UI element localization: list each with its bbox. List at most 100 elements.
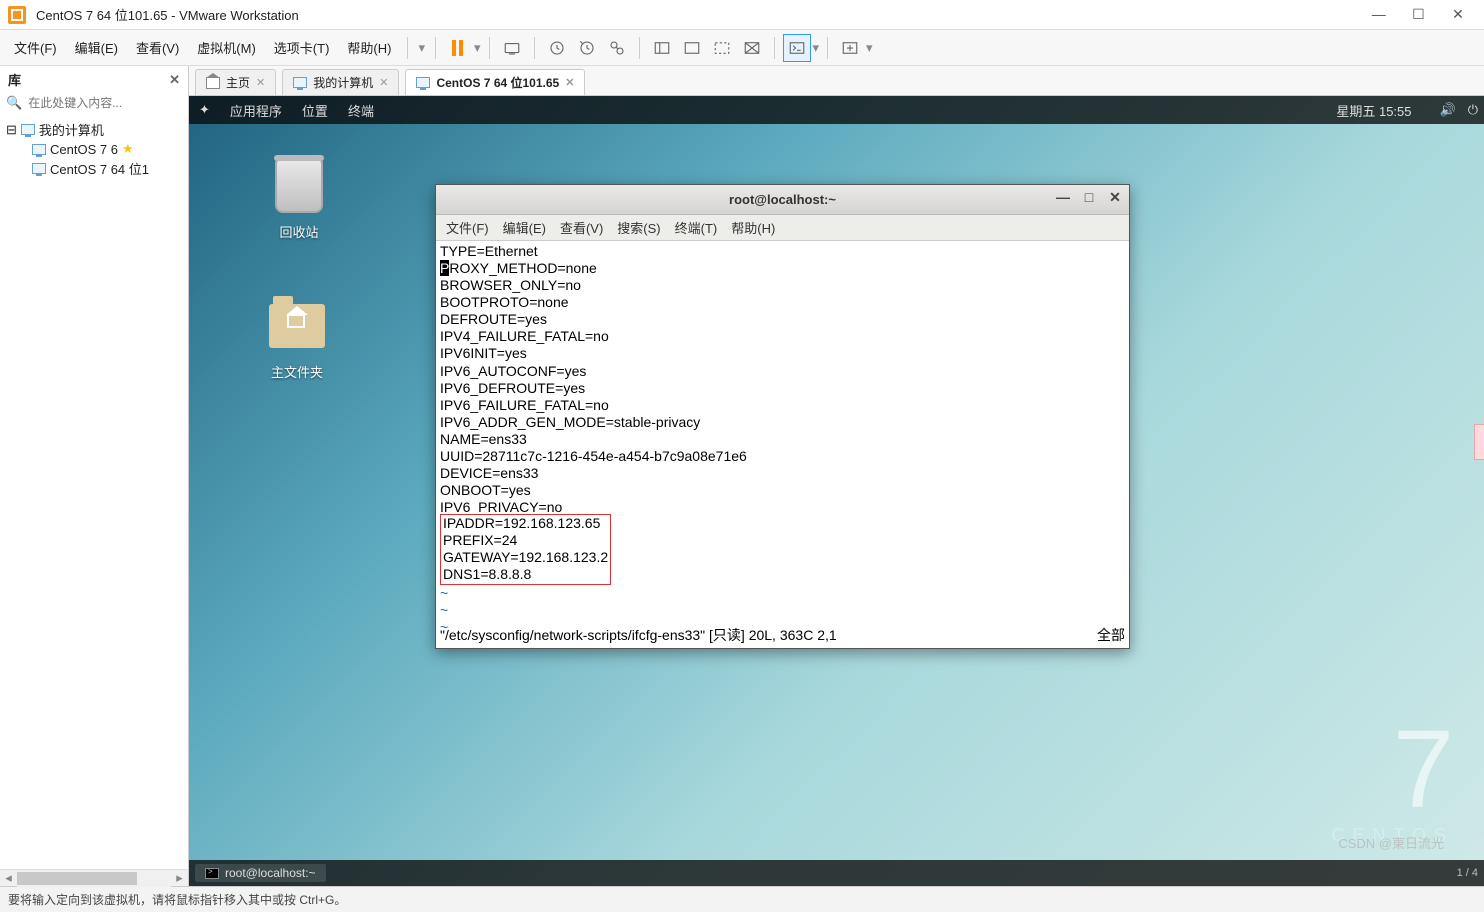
terminal-menubar: 文件(F) 编辑(E) 查看(V) 搜索(S) 终端(T) 帮助(H)	[436, 215, 1129, 241]
view-fullscreen-icon[interactable]	[708, 34, 736, 62]
menu-edit[interactable]: 编辑(E)	[67, 34, 126, 61]
desktop-trash-label: 回收站	[269, 222, 329, 241]
tree-item[interactable]: CentOS 7 6 ★	[4, 140, 184, 158]
side-handle[interactable]	[1474, 424, 1484, 460]
vim-status-right: 全部	[1097, 627, 1125, 644]
gnome-clock[interactable]: 星期五 15:55	[1326, 101, 1421, 120]
term-menu-help[interactable]: 帮助(H)	[731, 218, 775, 237]
tab-close-icon[interactable]: ✕	[565, 76, 574, 89]
desktop-home[interactable]: 主文件夹	[267, 296, 327, 381]
watermark: CSDN @東日流光	[1338, 833, 1444, 852]
computer-icon	[21, 124, 35, 135]
workspace-pager[interactable]: 1 / 4	[1457, 867, 1478, 879]
volume-icon[interactable]: 🔊	[1434, 102, 1462, 118]
menu-vm[interactable]: 虚拟机(M)	[189, 34, 264, 61]
menu-view[interactable]: 查看(V)	[128, 34, 187, 61]
host-menubar: 文件(F) 编辑(E) 查看(V) 虚拟机(M) 选项卡(T) 帮助(H) ▾ …	[0, 30, 1484, 66]
star-icon: ★	[122, 141, 134, 157]
view-sidebar-icon[interactable]	[648, 34, 676, 62]
maximize-button[interactable]: ☐	[1400, 6, 1436, 23]
tab-mycomputer[interactable]: 我的计算机 ✕	[282, 69, 399, 95]
tab-active-vm[interactable]: CentOS 7 64 位101.65 ✕	[405, 69, 585, 95]
centos-brand: 7 CENTOS	[1331, 715, 1454, 846]
network-icon[interactable]: �኱	[1422, 103, 1434, 118]
guest-taskbar: root@localhost:~ 1 / 4	[189, 860, 1484, 886]
sidebar-scrollbar[interactable]: ◂▸	[0, 869, 188, 886]
folder-icon	[269, 304, 325, 348]
gnome-apps[interactable]: 应用程序	[220, 101, 292, 120]
window-controls: — ☐ ✕	[1361, 6, 1476, 23]
snapshot-revert-icon[interactable]	[573, 34, 601, 62]
gnome-topbar: ✦ 应用程序 位置 终端 星期五 15:55 �኱ 🔊 ⏻	[189, 96, 1484, 124]
home-icon	[206, 77, 220, 89]
guest-desktop[interactable]: ✦ 应用程序 位置 终端 星期五 15:55 �኱ 🔊 ⏻ 回收站 主文件夹 7	[189, 96, 1484, 886]
send-keys-icon[interactable]	[498, 34, 526, 62]
term-menu-term[interactable]: 终端(T)	[675, 218, 718, 237]
term-menu-view[interactable]: 查看(V)	[560, 218, 603, 237]
desktop-home-label: 主文件夹	[267, 362, 327, 381]
snapshot-icon[interactable]	[543, 34, 571, 62]
search-input[interactable]	[26, 95, 185, 111]
dropdown-chevron-icon[interactable]: ▾	[474, 40, 481, 56]
stretch-icon[interactable]	[836, 34, 864, 62]
dropdown-chevron-icon[interactable]: ▾	[416, 40, 427, 56]
vmware-logo-icon	[8, 6, 26, 24]
tabs-row: 主页 ✕ 我的计算机 ✕ CentOS 7 64 位101.65 ✕	[189, 66, 1484, 96]
desktop-trash[interactable]: 回收站	[269, 156, 329, 241]
centos-seven: 7	[1331, 715, 1454, 825]
snapshot-manager-icon[interactable]	[603, 34, 631, 62]
taskbar-item-terminal[interactable]: root@localhost:~	[195, 864, 326, 882]
view-single-icon[interactable]	[678, 34, 706, 62]
term-menu-edit[interactable]: 编辑(E)	[503, 218, 546, 237]
close-button[interactable]: ✕	[1440, 6, 1476, 23]
dropdown-chevron-icon[interactable]: ▾	[866, 40, 873, 56]
terminal-window[interactable]: root@localhost:~ — □ ✕ 文件(F) 编辑(E) 查看(V)…	[435, 184, 1130, 649]
tree-root[interactable]: ⊟ 我的计算机	[4, 119, 184, 140]
tab-label: CentOS 7 64 位101.65	[436, 74, 559, 91]
trash-icon	[275, 159, 323, 213]
console-view-icon[interactable]	[783, 34, 811, 62]
tab-home[interactable]: 主页 ✕	[195, 69, 276, 95]
terminal-title: root@localhost:~	[729, 192, 836, 207]
menu-help[interactable]: 帮助(H)	[339, 34, 399, 61]
terminal-close-icon[interactable]: ✕	[1107, 189, 1123, 205]
power-icon[interactable]: ⏻	[1462, 102, 1484, 118]
term-menu-search[interactable]: 搜索(S)	[617, 218, 660, 237]
sidebar-close-icon[interactable]: ✕	[169, 72, 180, 88]
menu-file[interactable]: 文件(F)	[6, 34, 65, 61]
gnome-places[interactable]: 位置	[292, 101, 338, 120]
library-tree: ⊟ 我的计算机 CentOS 7 6 ★ CentOS 7 64 位1	[0, 117, 188, 181]
term-menu-file[interactable]: 文件(F)	[446, 218, 489, 237]
minimize-button[interactable]: —	[1361, 6, 1397, 22]
terminal-titlebar[interactable]: root@localhost:~ — □ ✕	[436, 185, 1129, 215]
terminal-minimize-icon[interactable]: —	[1055, 189, 1071, 205]
tab-close-icon[interactable]: ✕	[256, 76, 265, 89]
tab-label: 我的计算机	[313, 74, 373, 91]
host-statusbar: 要将输入定向到该虚拟机，请将鼠标指针移入其中或按 Ctrl+G。	[0, 886, 1484, 912]
content-area: 主页 ✕ 我的计算机 ✕ CentOS 7 64 位101.65 ✕ ✦ 应用程…	[189, 66, 1484, 886]
tree-item-label: CentOS 7 64 位1	[50, 159, 149, 178]
pause-button[interactable]	[444, 34, 472, 62]
vm-icon	[32, 163, 46, 174]
tree-item-label: CentOS 7 6	[50, 142, 118, 157]
library-sidebar: 库 ✕ 🔍 ▾ ⊟ 我的计算机 CentOS 7 6 ★ CentOS 7 64…	[0, 66, 189, 886]
terminal-maximize-icon[interactable]: □	[1081, 189, 1097, 205]
host-titlebar: CentOS 7 64 位101.65 - VMware Workstation…	[0, 0, 1484, 30]
gnome-terminal[interactable]: 终端	[338, 101, 384, 120]
tree-root-label: 我的计算机	[39, 120, 104, 139]
terminal-body[interactable]: TYPE=EthernetPROXY_METHOD=noneBROWSER_ON…	[436, 241, 1129, 648]
menu-tabs[interactable]: 选项卡(T)	[266, 34, 338, 61]
tab-label: 主页	[226, 74, 250, 91]
tab-close-icon[interactable]: ✕	[379, 76, 388, 89]
vim-status-left: "/etc/sysconfig/network-scripts/ifcfg-en…	[440, 627, 1097, 644]
vim-statusline: "/etc/sysconfig/network-scripts/ifcfg-en…	[440, 627, 1125, 644]
terminal-icon	[205, 868, 219, 879]
computer-icon	[293, 77, 307, 88]
gnome-activities-icon[interactable]: ✦	[189, 102, 220, 118]
dropdown-chevron-icon[interactable]: ▾	[813, 40, 820, 56]
sidebar-title: 库	[8, 70, 21, 89]
vm-icon	[416, 77, 430, 88]
vm-icon	[32, 144, 46, 155]
view-unity-icon[interactable]	[738, 34, 766, 62]
tree-item[interactable]: CentOS 7 64 位1	[4, 158, 184, 179]
